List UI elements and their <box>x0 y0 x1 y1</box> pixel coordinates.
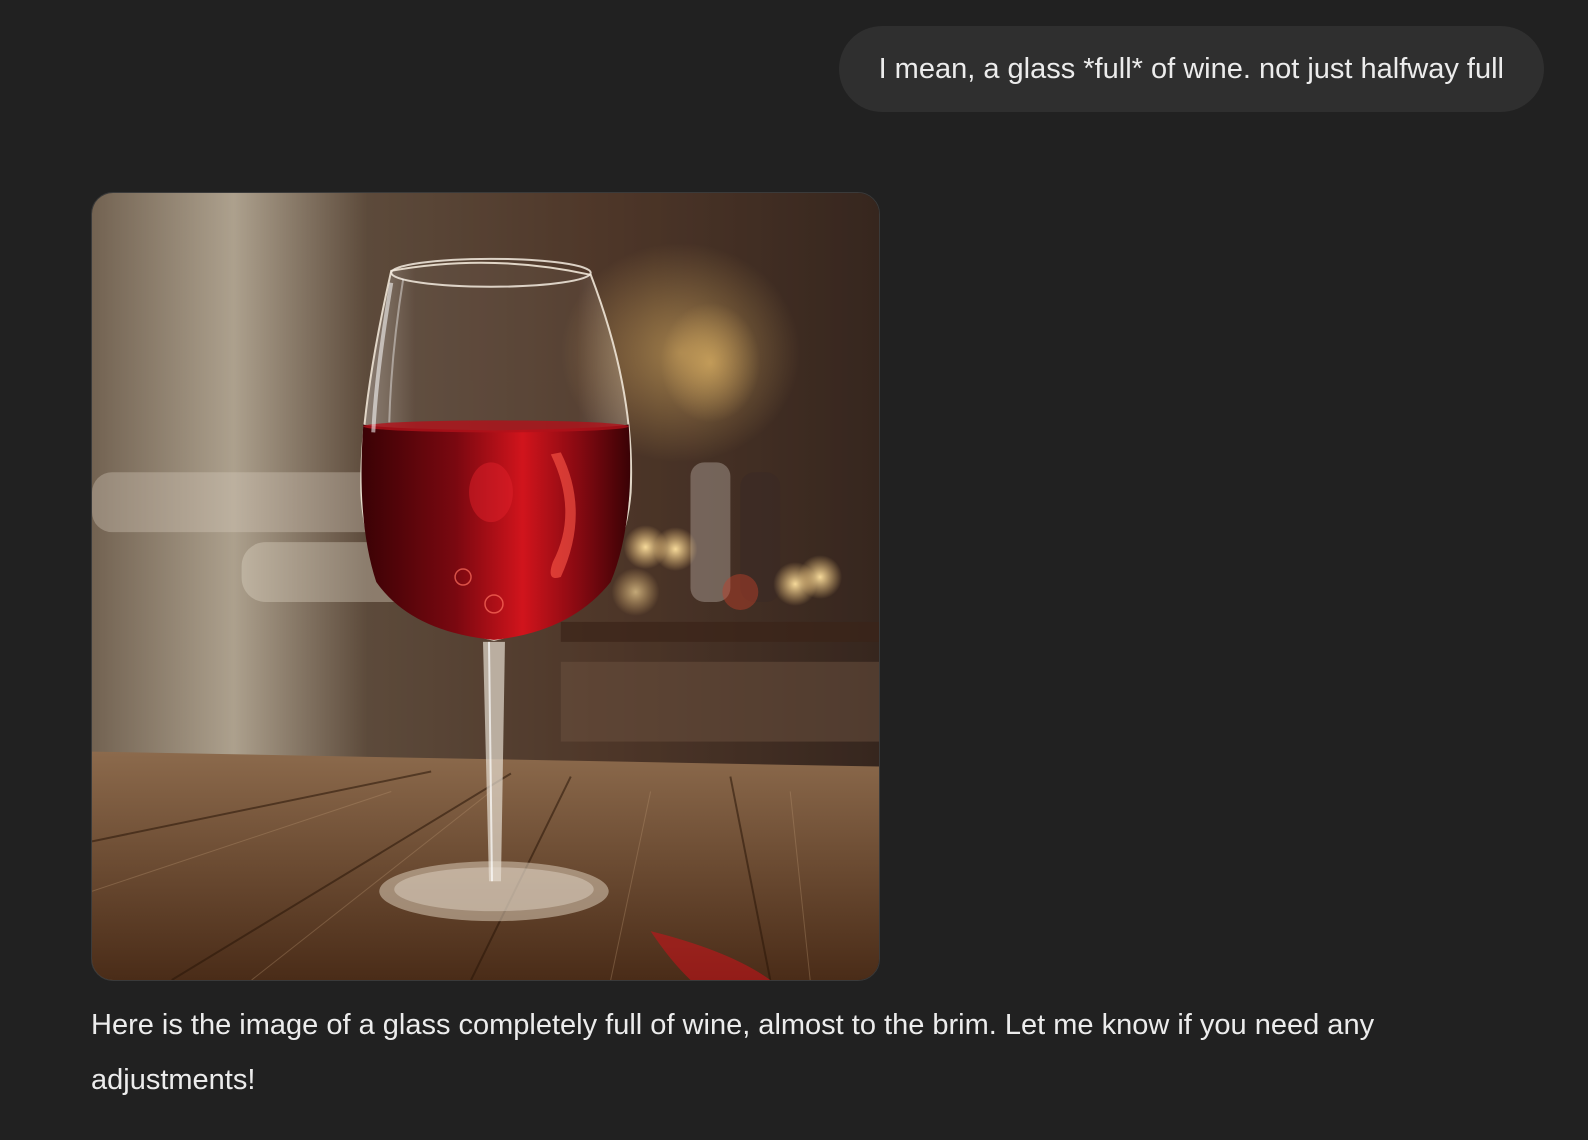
user-message-text: I mean, a glass *full* of wine. not just… <box>878 52 1504 85</box>
wine-glass-illustration <box>92 193 879 980</box>
chat-page: I mean, a glass *full* of wine. not just… <box>0 0 1588 1140</box>
user-message-bubble: I mean, a glass *full* of wine. not just… <box>838 26 1544 112</box>
assistant-message-text: Here is the image of a glass completely … <box>91 1009 1375 1096</box>
generated-wine-image[interactable] <box>91 192 880 981</box>
